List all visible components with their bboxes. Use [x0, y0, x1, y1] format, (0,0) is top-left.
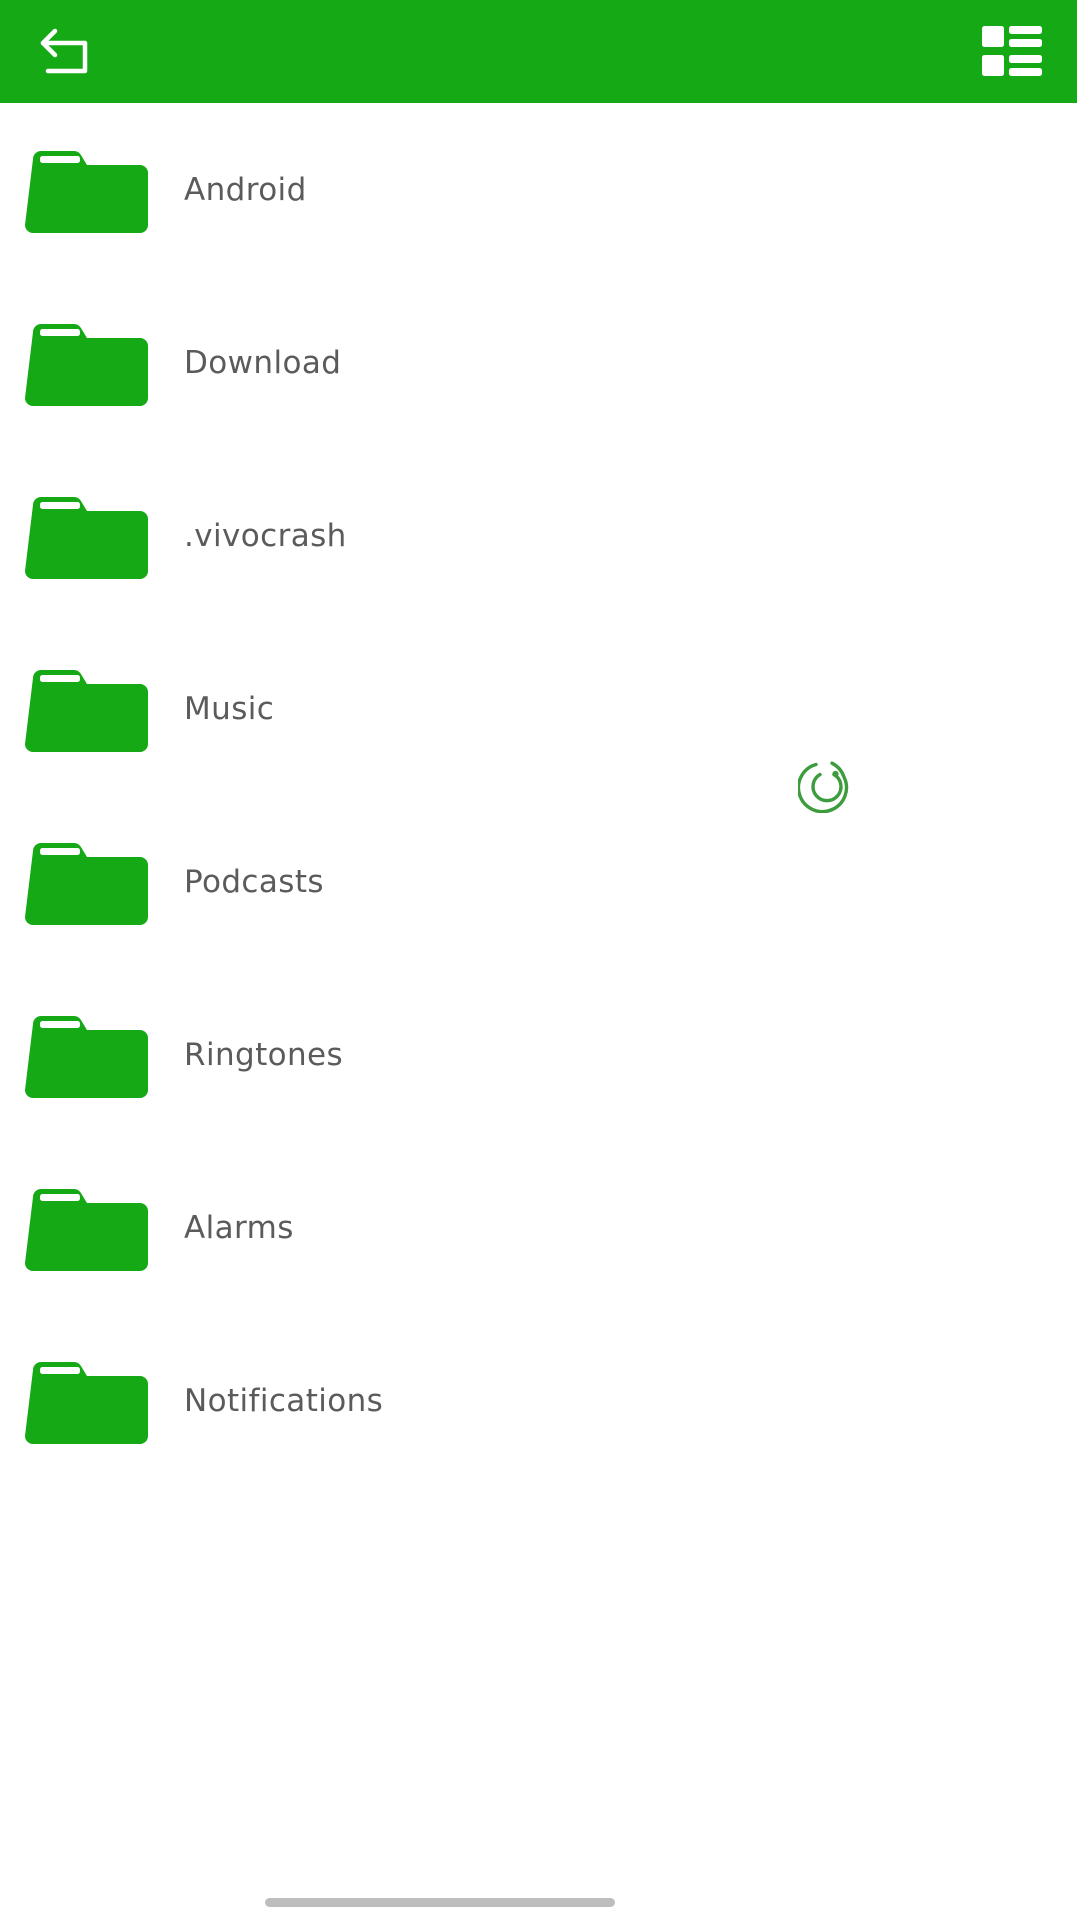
loading-spinner-icon: [798, 761, 849, 813]
list-item[interactable]: Podcasts: [0, 795, 1077, 968]
home-gesture-bar[interactable]: [265, 1898, 615, 1907]
list-item[interactable]: Notifications: [0, 1314, 1077, 1487]
app-header: [0, 0, 1077, 103]
list-item[interactable]: Ringtones: [0, 968, 1077, 1141]
list-item-label: Android: [184, 171, 307, 208]
list-item[interactable]: Alarms: [0, 1141, 1077, 1314]
folder-icon: [25, 1361, 148, 1444]
folder-icon: [25, 496, 148, 579]
app-header-right: [981, 24, 1077, 80]
list-item[interactable]: Android: [0, 103, 1077, 276]
list-item-label: Music: [184, 690, 275, 727]
list-item-label: Ringtones: [184, 1036, 344, 1073]
list-item-label: .vivocrash: [184, 517, 347, 554]
app-header-left: [0, 26, 98, 78]
list-item-label: Notifications: [184, 1382, 384, 1419]
folder-icon: [25, 842, 148, 925]
back-button[interactable]: [38, 26, 98, 78]
list-item-label: Download: [184, 344, 342, 381]
list-item[interactable]: Music: [0, 622, 1077, 795]
list-item-label: Alarms: [184, 1209, 294, 1246]
return-arrow-icon: [40, 28, 88, 73]
folder-icon: [25, 669, 148, 752]
list-item[interactable]: Download: [0, 276, 1077, 449]
file-list: Android Download .vivocrash Music Podcas…: [0, 103, 1077, 1917]
folder-icon: [25, 150, 148, 233]
folder-icon: [25, 1188, 148, 1271]
list-item[interactable]: .vivocrash: [0, 449, 1077, 622]
folder-icon: [25, 323, 148, 406]
file-manager-screen: Android Download .vivocrash Music Podcas…: [0, 0, 1077, 1917]
folder-icon: [25, 1015, 148, 1098]
loading-spinner[interactable]: [798, 757, 854, 813]
list-detail-view-icon: [982, 25, 1042, 76]
list-item-label: Podcasts: [184, 863, 324, 900]
view-toggle-button[interactable]: [981, 24, 1043, 80]
